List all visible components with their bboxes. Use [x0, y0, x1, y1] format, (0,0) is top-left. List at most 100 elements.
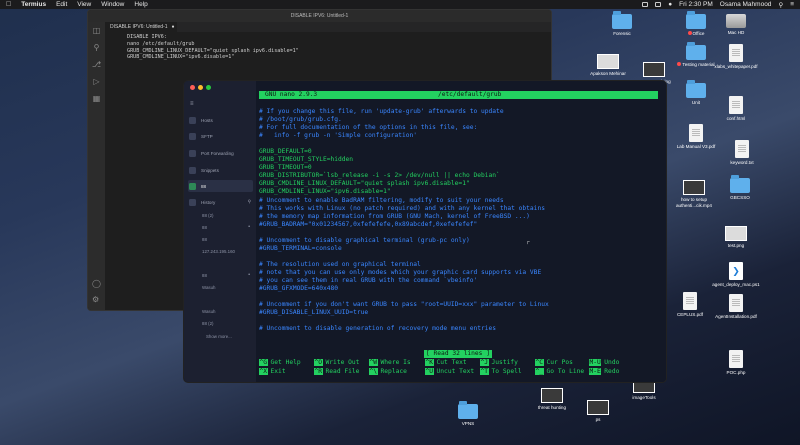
search-icon[interactable]: ⚲	[94, 44, 100, 52]
files-icon[interactable]: ◫	[93, 27, 101, 35]
source-control-icon[interactable]: ⎇	[92, 61, 101, 69]
history-item[interactable]: 127.243.195.160	[202, 246, 250, 256]
history-item[interactable]: 88 (2)	[202, 210, 250, 220]
history-item[interactable]: 88 (2)	[202, 318, 250, 328]
history-header[interactable]: History ⚲	[188, 196, 253, 208]
nav-session[interactable]: 88	[188, 180, 253, 192]
desktop-icon-ps[interactable]: ps	[572, 400, 624, 423]
desktop-icon-xlabs-whitepaper[interactable]: xlabs_whitepaper.pdf	[710, 44, 762, 70]
desktop-icon-lab-manual[interactable]: Lab Manual V3.pdf	[670, 124, 722, 150]
desktop-icon-poc[interactable]: POC.php	[710, 350, 762, 376]
nano-line	[259, 140, 658, 148]
nano-shortcut[interactable]: ^U Uncut Text	[425, 368, 474, 376]
nano-line: # Uncomment to enable BadRAM filtering, …	[259, 196, 504, 204]
run-debug-icon[interactable]: ▷	[93, 78, 99, 86]
menu-app-name[interactable]: Termius	[21, 1, 46, 8]
menu-window[interactable]: Window	[101, 1, 124, 8]
nano-line: # the memory map information from GRUB (…	[259, 212, 530, 220]
show-more-link[interactable]: Show more...	[206, 331, 250, 341]
termius-window[interactable]: ≡ Hosts SFTP Port Forwarding Snippets 88…	[183, 80, 667, 383]
nano-line	[259, 293, 658, 301]
settings-gear-icon[interactable]: ⚙	[92, 295, 99, 304]
nav-hosts[interactable]: Hosts	[188, 114, 253, 126]
tab-untitled-1[interactable]: DISABLE IPV6: Untitled-1 ●	[105, 22, 177, 32]
menu-edit[interactable]: Edit	[56, 1, 67, 8]
search-icon[interactable]: ⚲	[778, 1, 783, 9]
clock[interactable]: Fri 2:30 PM	[679, 1, 713, 8]
wifi-icon[interactable]: ●	[668, 1, 672, 8]
nano-shortcut[interactable]: ^X Exit	[259, 368, 286, 376]
nano-buffer[interactable]: # If you change this file, run 'update-g…	[259, 108, 658, 333]
history-item[interactable]: Wasuh	[202, 306, 250, 316]
apple-icon[interactable]: 	[6, 1, 11, 8]
nano-shortcut[interactable]: ^R Read File	[314, 368, 359, 376]
desktop-icon-vpns[interactable]: VPNS	[442, 401, 494, 427]
nano-shortcut[interactable]: ^W Where Is	[369, 359, 411, 367]
nano-shortcut[interactable]: ^O Write Out	[314, 359, 359, 367]
nano-shortcut[interactable]: ^C Cur Pos	[535, 359, 573, 367]
nav-port-forwarding[interactable]: Port Forwarding	[188, 147, 253, 159]
nano-shortcut[interactable]: M-E Redo	[589, 368, 619, 376]
nano-shortcut[interactable]: ^_ Go To Line	[535, 368, 584, 376]
nano-shortcut[interactable]: ^K Cut Text	[425, 359, 467, 367]
nano-shortcut-label: Exit	[270, 368, 286, 375]
status-icon[interactable]	[642, 2, 649, 7]
nav-snippets[interactable]: Snippets	[188, 164, 253, 176]
history-item[interactable]: 88 •	[202, 222, 250, 232]
desktop-icon-gbcsso[interactable]: GBCSSO	[714, 175, 766, 201]
desktop-icon-agent-deploy[interactable]: ❯ agent_deploy_mac.ps1	[710, 262, 762, 288]
minimize-button[interactable]	[198, 85, 203, 90]
nano-shortcut[interactable]: M-U Undo	[589, 359, 619, 367]
folder-icon	[686, 11, 706, 29]
pin-icon[interactable]: •	[248, 224, 250, 230]
unsaved-dot-icon[interactable]: ●	[172, 24, 175, 30]
desktop-icon-threat-hunting[interactable]: threat hunting	[526, 388, 578, 411]
user-name[interactable]: Osama Mahmood	[720, 1, 772, 8]
nano-line: GRUB_CMDLINE_LINUX="ipv6.disable=1"	[259, 188, 391, 196]
desktop-icon-test-png[interactable]: test.png	[710, 226, 762, 249]
extensions-icon[interactable]: ▦	[93, 95, 101, 103]
desktop-icon-forensic[interactable]: Forensic	[596, 11, 648, 37]
document-icon	[689, 124, 703, 142]
nano-line: GRUB_CMDLINE_LINUX_DEFAULT="quiet splash…	[259, 180, 470, 188]
nano-shortcut-key: ^W	[369, 359, 378, 366]
history-item[interactable]: Wasuh	[202, 282, 250, 292]
nano-shortcut[interactable]: ^\ Replace	[369, 368, 407, 376]
nano-line: GRUB_TIMEOUT_STYLE=hidden	[259, 156, 354, 164]
menu-list-icon[interactable]: ≡	[790, 1, 794, 8]
nano-shortcut[interactable]: ^J Justify	[480, 359, 518, 367]
zoom-button[interactable]	[206, 85, 211, 90]
desktop-icon-agent-installation[interactable]: AgentInstallation.pdf	[710, 294, 762, 320]
history-item[interactable]: 88 •	[202, 270, 250, 280]
snippets-icon	[189, 166, 196, 174]
terminal-pane[interactable]: GNU nano 2.9.3 /etc/default/grub # If yo…	[256, 81, 666, 382]
nano-version: GNU nano 2.9.3	[265, 90, 318, 98]
menu-help[interactable]: Help	[134, 1, 147, 8]
nav-sftp[interactable]: SFTP	[188, 130, 253, 142]
desktop-icon-mac-hd[interactable]: Mac HD	[710, 14, 762, 36]
nano-shortcut-key: ^C	[535, 359, 544, 366]
history-icon	[189, 198, 196, 206]
desktop-icon-keyword[interactable]: keyword.txt	[716, 140, 768, 166]
nano-shortcut[interactable]: ^G Get Help	[259, 359, 301, 367]
sidebar-collapse-icon[interactable]: ≡	[190, 101, 194, 107]
terminal-icon	[189, 182, 196, 190]
account-icon[interactable]: ◯	[92, 279, 101, 288]
nano-line: # Uncomment if you don't want GRUB to pa…	[259, 301, 549, 309]
status-icon[interactable]	[655, 2, 662, 7]
menu-view[interactable]: View	[77, 1, 91, 8]
desktop-icon-ceplus[interactable]: CEPLUS.pdf	[664, 292, 716, 318]
desktop-icon-how-to-setup[interactable]: how to setup authenti...cik.mp4	[668, 180, 720, 208]
vscode-titlebar[interactable]: DISABLE IPV6: Untitled-1	[88, 10, 551, 22]
desktop-icon-conf[interactable]: conf.html	[710, 96, 762, 122]
nano-shortcut[interactable]: ^T To Spell	[480, 368, 522, 376]
search-icon[interactable]: ⚲	[248, 199, 251, 205]
close-button[interactable]	[190, 85, 195, 90]
vscode-tab-bar: DISABLE IPV6: Untitled-1 ●	[105, 22, 551, 32]
pin-icon[interactable]: •	[248, 272, 250, 278]
desktop-icon-apakson[interactable]: Apakson Mehinar	[582, 54, 634, 77]
vscode-document-icon: ❯	[729, 262, 743, 280]
history-item[interactable]: 88	[202, 234, 250, 244]
nano-shortcut-key: M-U	[589, 359, 602, 366]
nano-shortcut-key: ^K	[425, 359, 434, 366]
